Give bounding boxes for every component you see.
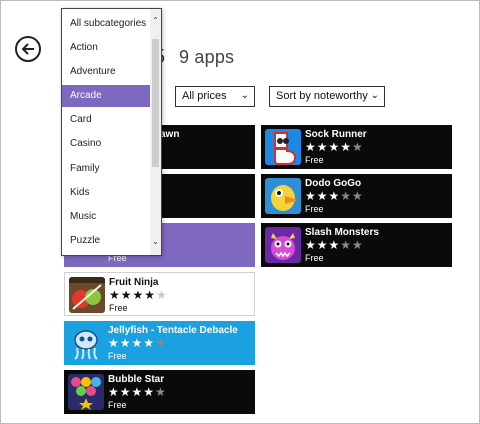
rating-stars: ★★★★★ [108,336,167,350]
app-price: Free [305,204,324,214]
app-tile-dodo-gogo[interactable]: Dodo GoGo ★★★★★ Free [261,174,452,218]
dropdown-scrollbar[interactable]: ⌃ ⌄ [150,9,161,255]
subcategory-option[interactable]: Action [62,37,150,59]
chevron-down-icon: ⌄ [370,90,379,101]
app-name: Sock Runner [305,129,367,140]
app-count: 9 apps [179,47,235,67]
subcategory-option[interactable]: Adventure [62,61,150,83]
sort-value: Sort by noteworthy [276,90,368,102]
app-price: Free [305,253,324,263]
subcategory-option[interactable]: Family [62,158,150,180]
app-name: Slash Monsters [305,227,379,238]
app-tile-bubble-star[interactable]: Bubble Star ★★★★★ Free [64,370,255,414]
back-button[interactable] [15,36,41,62]
subcategory-option[interactable]: All subcategories [62,13,150,35]
fruit-ninja-icon [69,277,105,313]
app-price: Free [108,400,127,410]
app-name: awn [160,129,180,140]
scrollbar-thumb[interactable] [152,39,159,167]
subcategory-option[interactable]: Music [62,206,150,228]
app-name: Jellyfish - Tentacle Debacle [108,325,238,336]
price-filter-select[interactable]: All prices ⌄ [175,86,255,107]
subcategory-option[interactable]: Card [62,109,150,131]
jellyfish-icon [68,325,104,361]
chevron-down-icon: ⌄ [240,90,249,101]
subcategory-option[interactable]: Puzzle [62,230,150,252]
sort-select[interactable]: Sort by noteworthy ⌄ [269,86,385,107]
dodo-gogo-icon [265,178,301,214]
chevron-up-icon[interactable]: ⌃ [150,16,161,25]
rating-stars: ★★★★★ [109,288,168,302]
app-price: Free [305,155,324,165]
sock-runner-icon [265,129,301,165]
rating-stars: ★★★★★ [305,189,364,203]
chevron-down-icon[interactable]: ⌄ [150,237,161,246]
app-tile-sock-runner[interactable]: Sock Runner ★★★★★ Free [261,125,452,169]
app-tile-jellyfish[interactable]: Jellyfish - Tentacle Debacle ★★★★★ Free [64,321,255,365]
subcategory-option[interactable]: Kids [62,182,150,204]
price-filter-value: All prices [182,90,227,102]
app-name: Bubble Star [108,374,165,385]
app-price: Free [108,351,127,361]
back-arrow-icon [21,43,34,55]
slash-monsters-icon [265,227,301,263]
rating-stars: ★★★★★ [305,238,364,252]
app-tile-slash-monsters[interactable]: Slash Monsters ★★★★★ Free [261,223,452,267]
subcategory-option-selected[interactable]: Arcade [62,85,150,107]
app-price: Free [109,303,128,313]
rating-stars: ★★★★★ [108,385,167,399]
app-tile-fruit-ninja[interactable]: Fruit Ninja ★★★★★ Free [64,272,255,316]
app-name: Dodo GoGo [305,178,362,189]
rating-stars: ★★★★★ [305,140,364,154]
subcategory-dropdown[interactable]: All subcategories Action Adventure Arcad… [61,8,162,256]
subcategory-option[interactable]: Casino [62,133,150,155]
app-name: Fruit Ninja [109,277,159,288]
bubble-star-icon [68,374,104,410]
